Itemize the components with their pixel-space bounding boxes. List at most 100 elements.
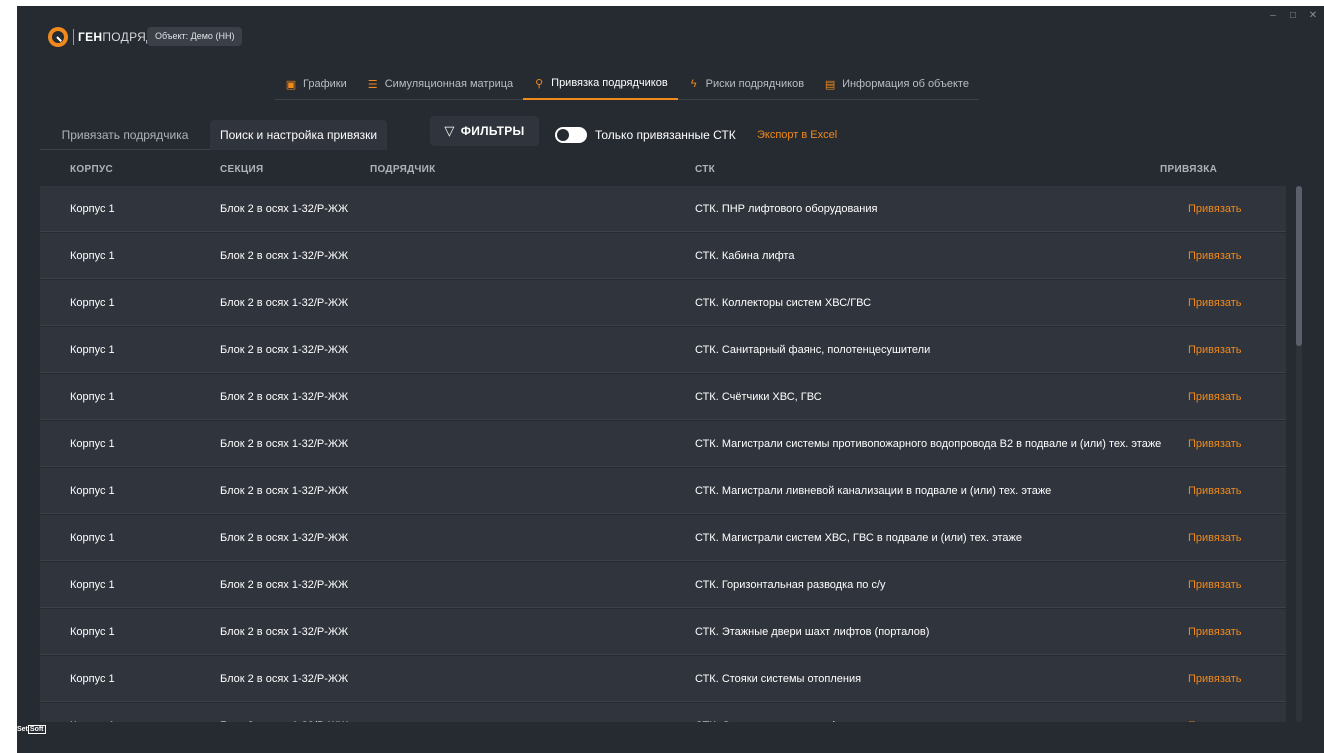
bind-link[interactable]: Привязать bbox=[1188, 374, 1268, 420]
table-row[interactable]: Корпус 1 Блок 2 в осях 1-32/Р-ЖЖ СТК. Гори… bbox=[40, 562, 1286, 608]
cell-korpus: Корпус 1 bbox=[70, 485, 115, 497]
tab-schedules[interactable]: ▣ Графики bbox=[275, 68, 357, 100]
app-window: – □ ✕ ГЕНПОДРЯД Объект: Демо (НН) ▣ Граф… bbox=[17, 6, 1324, 753]
tab-contractor-risks[interactable]: ϟ Риски подрядчиков bbox=[678, 68, 814, 100]
tab-label: Риски подрядчиков bbox=[705, 78, 805, 90]
bind-link[interactable]: Привязать bbox=[1188, 280, 1268, 326]
cell-stk: СТК. Санитарный фаянс, полотенцесушители bbox=[695, 343, 931, 356]
scrollbar-thumb[interactable] bbox=[1296, 186, 1302, 346]
cell-sekciya: Блок 2 в осях 1-32/Р-ЖЖ bbox=[220, 626, 349, 638]
cell-sekciya: Блок 2 в осях 1-32/Р-ЖЖ bbox=[220, 579, 349, 591]
filters-button[interactable]: ▽ ФИЛЬТРЫ bbox=[430, 116, 539, 146]
bind-link[interactable]: Привязать bbox=[1188, 468, 1268, 514]
header-korpus[interactable]: КОРПУС bbox=[70, 156, 113, 184]
setsoft-text-a: Set bbox=[17, 726, 28, 733]
table-row[interactable]: Корпус 1 Блок 2 в осях 1-32/Р-ЖЖ СТК. ПНР … bbox=[40, 186, 1286, 232]
table-row[interactable]: Корпус 1 Блок 2 в осях 1-32/Р-ЖЖ СТК. Отде… bbox=[40, 703, 1286, 722]
list-icon: ☰ bbox=[367, 78, 378, 91]
cell-korpus: Корпус 1 bbox=[70, 532, 115, 544]
table-row[interactable]: Корпус 1 Блок 2 в осях 1-32/Р-ЖЖ СТК. Стоя… bbox=[40, 656, 1286, 702]
object-badge[interactable]: Объект: Демо (НН) bbox=[147, 27, 243, 46]
setsoft-logo: Set Soft bbox=[17, 725, 46, 734]
cell-sekciya: Блок 2 в осях 1-32/Р-ЖЖ bbox=[220, 250, 349, 262]
logo-text-bold: ГЕН bbox=[78, 30, 103, 44]
cell-stk: СТК. Счётчики ХВС, ГВС bbox=[695, 390, 822, 403]
cell-sekciya: Блок 2 в осях 1-32/Р-ЖЖ bbox=[220, 532, 349, 544]
cell-korpus: Корпус 1 bbox=[70, 673, 115, 685]
table-row[interactable]: Корпус 1 Блок 2 в осях 1-32/Р-ЖЖ СТК. Каби… bbox=[40, 233, 1286, 279]
bind-link[interactable]: Привязать bbox=[1188, 515, 1268, 561]
document-icon: ▤ bbox=[824, 78, 836, 91]
bind-link[interactable]: Привязать bbox=[1188, 703, 1268, 722]
table-row[interactable]: Корпус 1 Блок 2 в осях 1-32/Р-ЖЖ СТК. Этаж… bbox=[40, 609, 1286, 655]
bind-link[interactable]: Привязать bbox=[1188, 186, 1268, 232]
logo-text: ГЕНПОДРЯД bbox=[78, 30, 155, 44]
tab-simulation-matrix[interactable]: ☰ Симуляционная матрица bbox=[357, 68, 523, 100]
bind-link[interactable]: Привязать bbox=[1188, 327, 1268, 373]
user-link-icon: ⚲ bbox=[535, 77, 544, 90]
scrollbar[interactable] bbox=[1296, 186, 1302, 722]
cell-korpus: Корпус 1 bbox=[70, 203, 115, 215]
header-sekciya[interactable]: СЕКЦИЯ bbox=[220, 156, 263, 184]
cell-korpus: Корпус 1 bbox=[70, 297, 115, 309]
cell-sekciya: Блок 2 в осях 1-32/Р-ЖЖ bbox=[220, 391, 349, 403]
cell-sekciya: Блок 2 в осях 1-32/Р-ЖЖ bbox=[220, 297, 349, 309]
cell-korpus: Корпус 1 bbox=[70, 250, 115, 262]
app-logo: ГЕНПОДРЯД bbox=[48, 27, 155, 47]
table-row[interactable]: Корпус 1 Блок 2 в осях 1-32/Р-ЖЖ СТК. Маги… bbox=[40, 468, 1286, 514]
cell-stk: СТК. Этажные двери шахт лифтов (порталов… bbox=[695, 625, 930, 638]
table-row[interactable]: Корпус 1 Блок 2 в осях 1-32/Р-ЖЖ СТК. Сани… bbox=[40, 327, 1286, 373]
cell-korpus: Корпус 1 bbox=[70, 391, 115, 403]
cell-korpus: Корпус 1 bbox=[70, 344, 115, 356]
cell-stk: СТК. Коллекторы систем ХВС/ГВС bbox=[695, 296, 872, 309]
header-podryadchik[interactable]: ПОДРЯДЧИК bbox=[370, 156, 436, 184]
lightning-icon: ϟ bbox=[690, 78, 697, 90]
cell-korpus: Корпус 1 bbox=[70, 626, 115, 638]
bind-link[interactable]: Привязать bbox=[1188, 233, 1268, 279]
subtab-search-settings[interactable]: Поиск и настройка привязки bbox=[210, 120, 387, 150]
cell-stk: СТК. Стояки системы отопления bbox=[695, 672, 862, 685]
cell-stk: СТК. Кабина лифта bbox=[695, 249, 795, 262]
table-row[interactable]: Корпус 1 Блок 2 в осях 1-32/Р-ЖЖ СТК. Счёт… bbox=[40, 374, 1286, 420]
tab-contractor-binding[interactable]: ⚲ Привязка подрядчиков bbox=[523, 68, 678, 100]
bind-link[interactable]: Привязать bbox=[1188, 609, 1268, 655]
header-privyazka[interactable]: ПРИВЯЗКА bbox=[1160, 156, 1217, 184]
table-row[interactable]: Корпус 1 Блок 2 в осях 1-32/Р-ЖЖ СТК. Маги… bbox=[40, 421, 1286, 467]
table-header: КОРПУС СЕКЦИЯ ПОДРЯДЧИК СТК ПРИВЯЗКА bbox=[40, 156, 1286, 184]
subtab-bind-contractor[interactable]: Привязать подрядчика bbox=[40, 120, 210, 150]
cell-sekciya: Блок 2 в осях 1-32/Р-ЖЖ bbox=[220, 485, 349, 497]
table-row[interactable]: Корпус 1 Блок 2 в осях 1-32/Р-ЖЖ СТК. Колл… bbox=[40, 280, 1286, 326]
cell-korpus: Корпус 1 bbox=[70, 438, 115, 450]
cell-sekciya: Блок 2 в осях 1-32/Р-ЖЖ bbox=[220, 703, 420, 722]
cell-sekciya: Блок 2 в осях 1-32/Р-ЖЖ bbox=[220, 673, 349, 685]
table-body: Корпус 1 Блок 2 в осях 1-32/Р-ЖЖ СТК. ПНР … bbox=[40, 186, 1286, 722]
tab-object-info[interactable]: ▤ Информация об объекте bbox=[814, 68, 979, 100]
filter-icon: ▽ bbox=[444, 123, 455, 138]
top-bar: ГЕНПОДРЯД Объект: Демо (НН) bbox=[17, 6, 1324, 66]
table-row[interactable]: Корпус 1 Блок 2 в осях 1-32/Р-ЖЖ СТК. Маги… bbox=[40, 515, 1286, 561]
cell-sekciya: Блок 2 в осях 1-32/Р-ЖЖ bbox=[220, 438, 349, 450]
header-stk[interactable]: СТК bbox=[695, 156, 715, 184]
tab-label: Графики bbox=[303, 78, 347, 90]
cell-sekciya: Блок 2 в осях 1-32/Р-ЖЖ bbox=[220, 203, 349, 215]
cell-stk: СТК. Горизонтальная разводка по с/у bbox=[695, 578, 886, 591]
cell-stk: СТК. Магистрали ливневой канализации в п… bbox=[695, 484, 1052, 497]
filters-button-label: ФИЛЬТРЫ bbox=[460, 124, 525, 138]
logo-icon bbox=[48, 27, 68, 47]
toggle-knob bbox=[557, 129, 569, 141]
cell-stk: СТК. ПНР лифтового оборудования bbox=[695, 202, 878, 215]
cell-korpus: Корпус 1 bbox=[70, 579, 115, 591]
tab-label: Привязка подрядчиков bbox=[551, 77, 668, 89]
bind-link[interactable]: Привязать bbox=[1188, 656, 1268, 702]
only-linked-toggle[interactable] bbox=[555, 127, 587, 143]
export-excel-link[interactable]: Экспорт в Excel bbox=[757, 127, 837, 143]
cell-stk: СТК. Магистрали систем ХВС, ГВС в подвал… bbox=[695, 531, 1023, 544]
setsoft-text-b: Soft bbox=[27, 725, 46, 734]
bind-link[interactable]: Привязать bbox=[1188, 562, 1268, 608]
bind-link[interactable]: Привязать bbox=[1188, 421, 1268, 467]
tab-label: Информация об объекте bbox=[842, 78, 969, 90]
cell-stk: СТК. Отделка в шахтах лифта bbox=[695, 703, 1165, 723]
cell-stk: СТК. Магистрали системы противопожарного… bbox=[695, 437, 1162, 450]
cell-sekciya: Блок 2 в осях 1-32/Р-ЖЖ bbox=[220, 344, 349, 356]
main-tabs: ▣ Графики ☰ Симуляционная матрица ⚲ Прив… bbox=[275, 68, 979, 100]
